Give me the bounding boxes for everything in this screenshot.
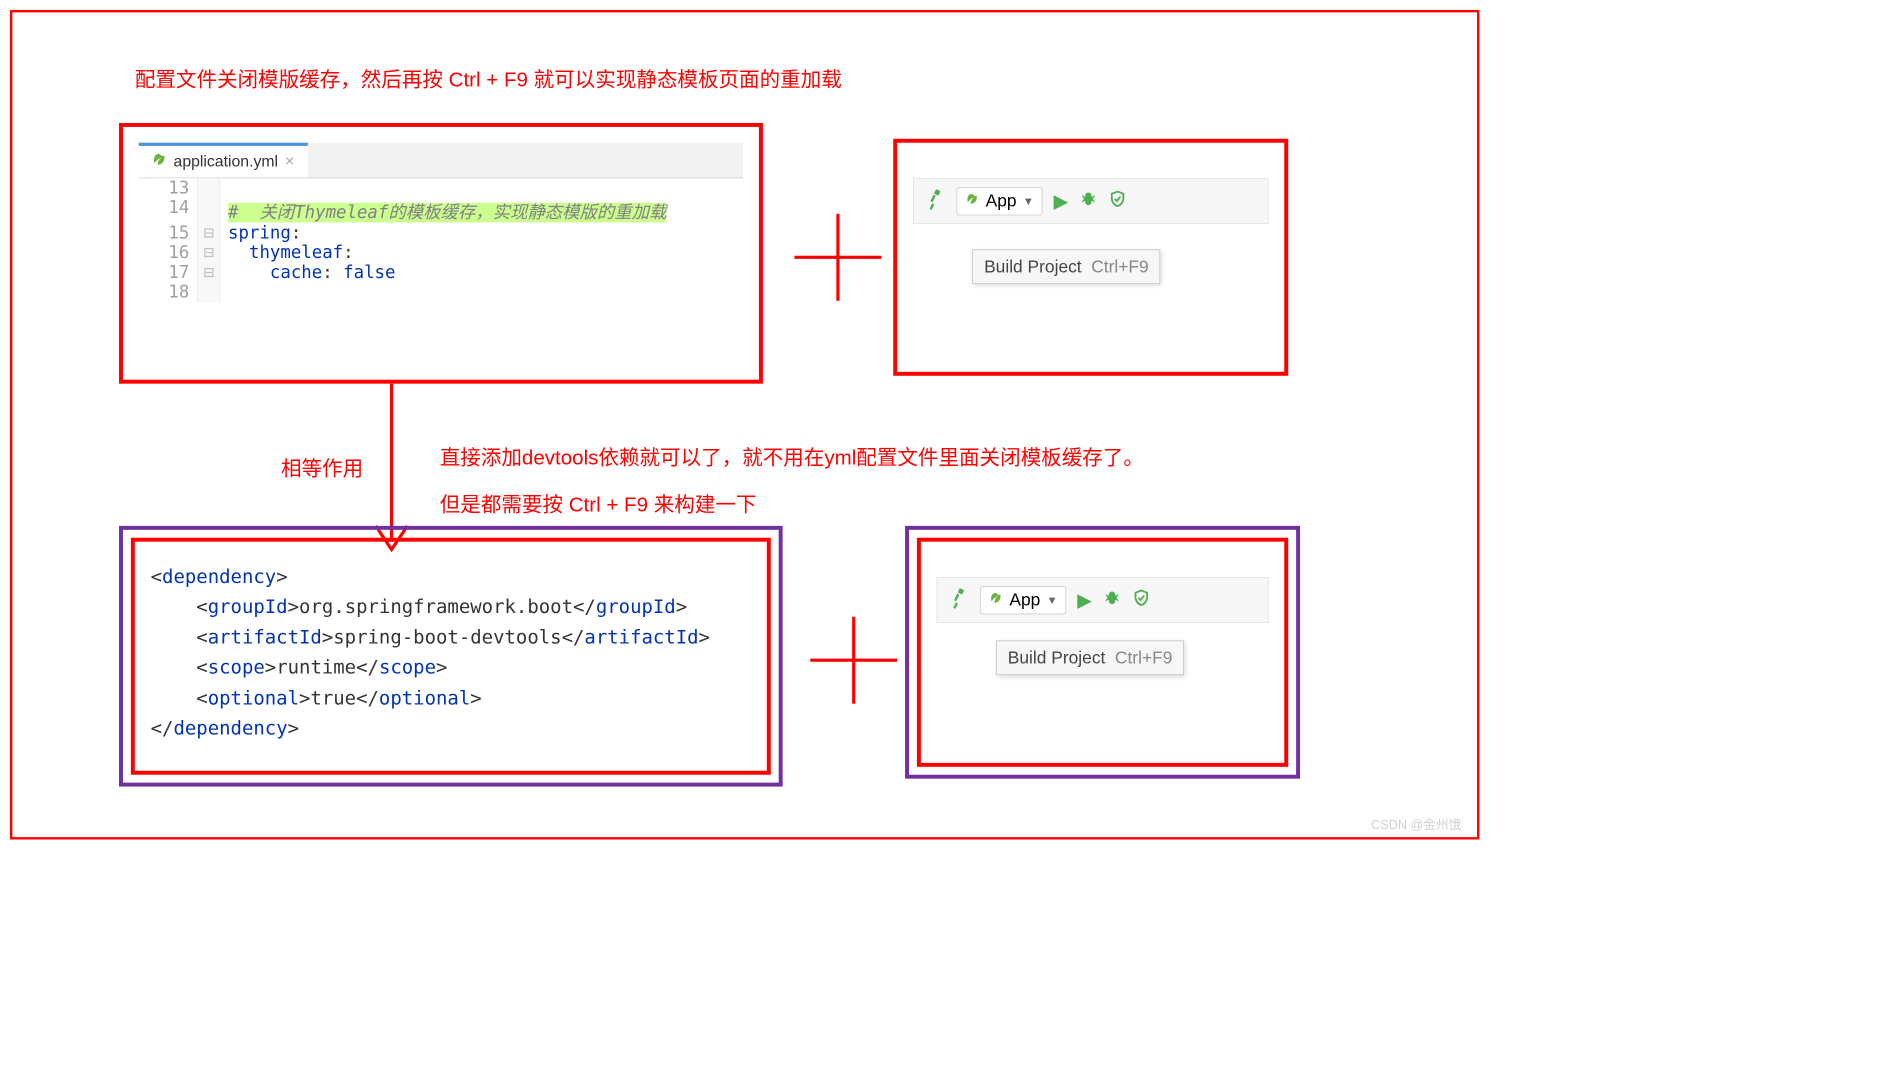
spring-leaf-icon <box>989 591 1003 609</box>
coverage-icon[interactable] <box>1109 190 1126 212</box>
editor-line[interactable]: 13 <box>155 178 744 198</box>
pom-dependency-panel: <dependency> <groupId>org.springframewor… <box>119 526 783 787</box>
run-config-label: App <box>986 191 1017 212</box>
mid-text-line2: 但是都需要按 Ctrl + F9 来构建一下 <box>440 489 757 518</box>
ide-toolbar: App ▼ ▶ <box>937 577 1269 623</box>
heading-text: 配置文件关闭模版缓存，然后再按 Ctrl + F9 就可以实现静态模板页面的重加… <box>135 64 842 93</box>
run-icon[interactable]: ▶ <box>1054 190 1069 213</box>
equal-effect-text: 相等作用 <box>281 452 363 481</box>
fold-gutter[interactable]: ⊟ <box>198 243 220 263</box>
line-number: 14 <box>155 198 198 223</box>
editor-line[interactable]: 17⊟ cache: false <box>155 263 744 283</box>
coverage-icon[interactable] <box>1133 589 1150 611</box>
spring-leaf-icon <box>151 152 167 172</box>
ide-toolbar: App ▼ ▶ <box>913 178 1269 224</box>
editor-tabbar: application.yml ✕ <box>139 143 743 179</box>
mid-text-line1: 直接添加devtools依赖就可以了，就不用在yml配置文件里面关闭模板缓存了。 <box>440 441 1144 470</box>
run-config-dropdown[interactable]: App ▼ <box>980 586 1066 614</box>
line-number: 18 <box>155 283 198 303</box>
chevron-down-icon: ▼ <box>1023 195 1034 208</box>
line-number: 15 <box>155 223 198 243</box>
pom-dependency-code: <dependency> <groupId>org.springframewor… <box>131 538 771 775</box>
tooltip-label: Build Project <box>1008 648 1106 668</box>
fold-gutter[interactable]: ⊟ <box>198 223 220 243</box>
build-tooltip: Build Project Ctrl+F9 <box>996 640 1184 675</box>
plus-icon <box>806 613 901 708</box>
tooltip-shortcut: Ctrl+F9 <box>1115 648 1172 668</box>
run-icon[interactable]: ▶ <box>1077 589 1092 612</box>
code-text[interactable]: spring: <box>220 223 301 243</box>
fold-gutter[interactable] <box>198 198 220 223</box>
build-hammer-icon[interactable] <box>921 185 949 217</box>
build-hammer-icon[interactable] <box>945 584 973 616</box>
fold-gutter[interactable] <box>198 178 220 198</box>
editor-line[interactable]: 16⊟ thymeleaf: <box>155 243 744 263</box>
diagram-frame: 配置文件关闭模版缓存，然后再按 Ctrl + F9 就可以实现静态模板页面的重加… <box>10 10 1479 840</box>
editor-tab-application-yml[interactable]: application.yml ✕ <box>139 143 308 178</box>
line-number: 13 <box>155 178 198 198</box>
fold-gutter[interactable] <box>198 283 220 303</box>
line-number: 17 <box>155 263 198 283</box>
line-number: 16 <box>155 243 198 263</box>
code-text[interactable]: thymeleaf: <box>220 243 353 263</box>
debug-icon[interactable] <box>1103 588 1122 612</box>
debug-icon[interactable] <box>1079 189 1098 213</box>
spring-leaf-icon <box>965 192 979 210</box>
watermark: CSDN @金州饿 <box>1371 814 1461 833</box>
ide-toolbar-panel-2: App ▼ ▶ Build Project Ctrl+F9 <box>905 526 1300 779</box>
editor-body: 1314# 关闭Thymeleaf的模板缓存，实现静态模版的重加载15⊟spri… <box>155 178 744 302</box>
tooltip-shortcut: Ctrl+F9 <box>1091 256 1148 276</box>
code-text[interactable] <box>220 178 228 198</box>
editor-line[interactable]: 18 <box>155 283 744 303</box>
ide-toolbar-panel-1: App ▼ ▶ Build Project Ctrl+F9 <box>893 139 1288 376</box>
code-text[interactable]: cache: false <box>220 263 395 283</box>
run-config-label: App <box>1009 590 1040 611</box>
tooltip-label: Build Project <box>984 256 1082 276</box>
chevron-down-icon: ▼ <box>1047 594 1058 607</box>
fold-gutter[interactable]: ⊟ <box>198 263 220 283</box>
run-config-dropdown[interactable]: App ▼ <box>956 187 1042 215</box>
code-text[interactable] <box>220 283 228 303</box>
build-tooltip: Build Project Ctrl+F9 <box>972 249 1160 284</box>
tab-label: application.yml <box>174 153 279 171</box>
code-text[interactable]: # 关闭Thymeleaf的模板缓存，实现静态模版的重加载 <box>220 198 666 223</box>
editor-line[interactable]: 15⊟spring: <box>155 223 744 243</box>
plus-icon <box>791 210 886 305</box>
editor-line[interactable]: 14 # 关闭Thymeleaf的模板缓存，实现静态模版的重加载 <box>155 198 744 223</box>
yml-editor-panel: application.yml ✕ 1314 # 关闭Thymeleaf的模板缓存… <box>119 123 763 384</box>
close-icon[interactable]: ✕ <box>284 154 295 170</box>
